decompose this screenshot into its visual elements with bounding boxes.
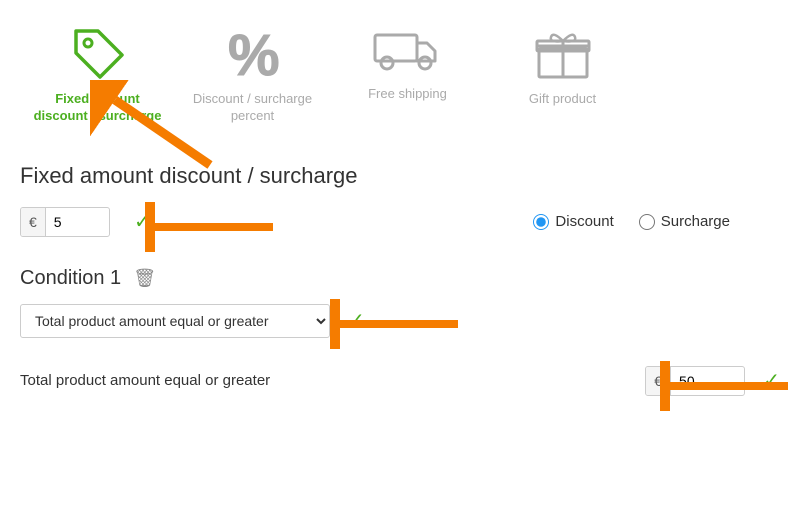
condition-title: Condition 1: [20, 267, 121, 290]
icon-item-gift-product[interactable]: Gift product: [485, 15, 640, 116]
icon-item-free-shipping[interactable]: Free shipping: [330, 15, 485, 111]
main-content: Fixed amount discount / surcharge € ✓ Di…: [0, 143, 800, 416]
amount-input-wrap[interactable]: €: [20, 207, 110, 237]
amount-condition-row: Total product amount equal or greater € …: [20, 366, 780, 396]
radio-surcharge-input[interactable]: [639, 214, 655, 230]
condition-text: Total product amount equal or greater: [20, 372, 631, 389]
arrow-condition-amount: [660, 361, 790, 411]
condition-select-row: Total product amount equal or greater To…: [20, 304, 780, 338]
trash-icon[interactable]: 🗑: [133, 268, 156, 289]
radio-surcharge-label: Surcharge: [661, 213, 730, 230]
radio-discount-label: Discount: [555, 213, 613, 230]
radio-group: Discount Surcharge: [533, 213, 730, 230]
icon-label-free-shipping: Free shipping: [368, 86, 447, 103]
svg-text:%: %: [228, 23, 280, 83]
gift-icon: [533, 23, 593, 83]
percent-icon: %: [223, 23, 283, 83]
icon-item-discount-percent[interactable]: % Discount / surcharge percent: [175, 15, 330, 133]
truck-icon: [373, 23, 443, 78]
icon-label-discount-percent: Discount / surcharge percent: [185, 91, 320, 125]
icon-label-fixed-amount: Fixed amount discount / surcharge: [30, 91, 165, 125]
arrow-amount: [145, 202, 275, 252]
currency-symbol: €: [21, 208, 46, 236]
condition-select[interactable]: Total product amount equal or greater To…: [20, 304, 330, 338]
icon-label-gift-product: Gift product: [529, 91, 596, 108]
radio-discount-input[interactable]: [533, 214, 549, 230]
radio-discount[interactable]: Discount: [533, 213, 613, 230]
radio-surcharge[interactable]: Surcharge: [639, 213, 730, 230]
icon-item-fixed-amount[interactable]: Fixed amount discount / surcharge: [20, 15, 175, 133]
amount-row: € ✓ Discount Surcharge: [20, 207, 780, 237]
icon-row: Fixed amount discount / surcharge % Disc…: [0, 0, 800, 143]
section-title: Fixed amount discount / surcharge: [20, 163, 780, 189]
condition-header: Condition 1 🗑: [20, 267, 780, 290]
amount-input[interactable]: [46, 208, 96, 236]
arrow-condition-select: [330, 299, 460, 349]
tag-icon: [68, 23, 128, 83]
